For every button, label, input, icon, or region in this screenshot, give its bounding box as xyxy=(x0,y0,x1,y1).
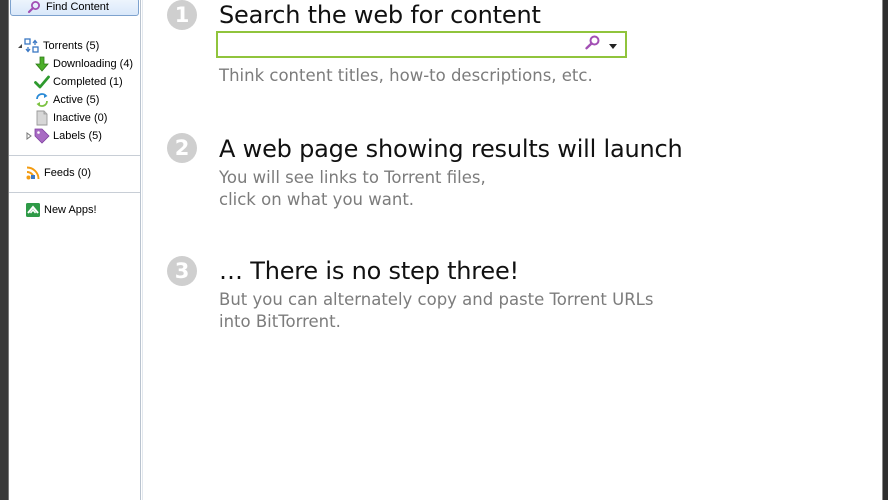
sidebar-item-inactive[interactable]: Inactive (0) xyxy=(9,109,140,127)
sidebar-item-feeds[interactable]: Feeds (0) xyxy=(9,164,140,182)
sidebar-item-label: Active (5) xyxy=(53,94,100,106)
sidebar-item-label: Labels (5) xyxy=(53,130,102,142)
step-description-line: into BitTorrent. xyxy=(219,312,341,331)
window-left-border xyxy=(0,0,9,500)
app-window: Find Content Torrents (5) Downloading (4… xyxy=(0,0,888,500)
sidebar-item-label: New Apps! xyxy=(44,204,97,216)
step-2-number-badge: 2 xyxy=(167,133,197,163)
sidebar-item-torrents[interactable]: Torrents (5) xyxy=(9,37,140,55)
search-icon xyxy=(27,0,41,14)
refresh-arrows-icon xyxy=(34,92,50,108)
search-box[interactable] xyxy=(216,31,627,58)
torrents-icon xyxy=(24,38,40,54)
tag-icon xyxy=(34,128,50,144)
window-right-border xyxy=(882,0,888,500)
chevron-down-icon xyxy=(609,36,617,54)
sidebar-item-label: Completed (1) xyxy=(53,76,123,88)
search-button[interactable] xyxy=(583,35,601,55)
step-number: 3 xyxy=(174,259,190,283)
sidebar-item-label: Inactive (0) xyxy=(53,112,108,124)
download-arrow-icon xyxy=(34,56,50,72)
step-description-line: But you can alternately copy and paste T… xyxy=(219,290,654,309)
search-input[interactable] xyxy=(222,35,586,56)
rss-feed-icon xyxy=(25,165,41,181)
step-2-title: A web page showing results will launch xyxy=(219,135,683,163)
step-1-description: Think content titles, how-to description… xyxy=(219,65,593,87)
sidebar-item-label: Torrents (5) xyxy=(43,40,100,52)
step-number: 2 xyxy=(174,136,190,160)
sidebar-divider xyxy=(9,155,140,156)
search-engine-dropdown[interactable] xyxy=(607,37,619,53)
checkmark-icon xyxy=(34,74,50,90)
torrent-tree: Torrents (5) Downloading (4) Completed (… xyxy=(9,37,140,145)
sidebar-item-completed[interactable]: Completed (1) xyxy=(9,73,140,91)
sidebar: Find Content Torrents (5) Downloading (4… xyxy=(9,0,141,500)
sidebar-item-label: Downloading (4) xyxy=(53,58,134,70)
step-3-number-badge: 3 xyxy=(167,256,197,286)
step-description-line: click on what you want. xyxy=(219,190,415,209)
sidebar-item-labels[interactable]: Labels (5) xyxy=(9,127,140,145)
collapse-arrow-icon[interactable] xyxy=(16,42,24,50)
feeds-section: Feeds (0) xyxy=(9,164,140,182)
find-content-page: 1 Search the web for content Think conte… xyxy=(143,0,882,500)
step-description-line: Think content titles, how-to description… xyxy=(219,66,593,85)
search-icon xyxy=(584,35,601,55)
expand-arrow-icon[interactable] xyxy=(25,132,33,140)
inactive-doc-icon xyxy=(34,110,50,126)
sidebar-item-active[interactable]: Active (5) xyxy=(9,91,140,109)
sidebar-divider xyxy=(9,192,140,193)
step-2-description: You will see links to Torrent files, cli… xyxy=(219,167,486,211)
step-description-line: You will see links to Torrent files, xyxy=(219,168,486,187)
step-3-description: But you can alternately copy and paste T… xyxy=(219,289,653,333)
step-3-title: … There is no step three! xyxy=(219,257,519,285)
step-1-number-badge: 1 xyxy=(167,0,197,30)
find-content-button[interactable]: Find Content xyxy=(10,0,139,16)
step-number: 1 xyxy=(174,3,190,27)
apps-icon xyxy=(25,202,41,218)
sidebar-item-downloading[interactable]: Downloading (4) xyxy=(9,55,140,73)
apps-section: New Apps! xyxy=(9,201,140,219)
sidebar-item-label: Feeds (0) xyxy=(44,167,92,179)
find-content-label: Find Content xyxy=(46,1,109,13)
sidebar-item-new-apps[interactable]: New Apps! xyxy=(9,201,140,219)
step-1-title: Search the web for content xyxy=(219,1,541,29)
